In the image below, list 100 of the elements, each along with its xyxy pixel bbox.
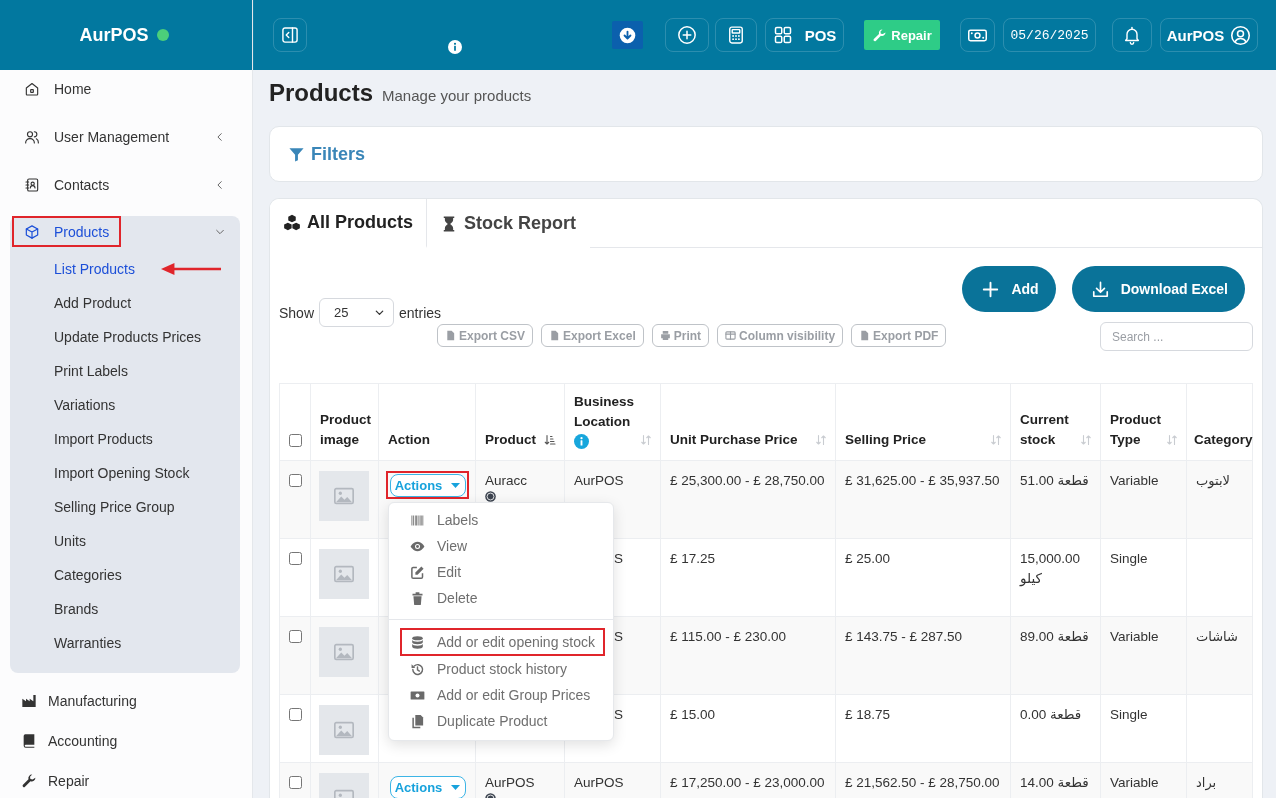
page-title: Products	[269, 80, 373, 106]
download-button[interactable]	[612, 21, 643, 49]
grid-icon	[772, 25, 793, 45]
row-checkbox[interactable]	[289, 776, 302, 789]
image-icon	[332, 719, 356, 741]
columns-icon	[725, 330, 737, 341]
row-checkbox[interactable]	[289, 630, 302, 643]
category-text: براد	[1196, 775, 1217, 790]
sidebar-subitem[interactable]: Import Products	[54, 431, 153, 447]
download-excel-button[interactable]: Download Excel	[1071, 266, 1245, 312]
sidebar-subitem[interactable]: Add Product	[54, 295, 132, 311]
row-checkbox[interactable]	[289, 474, 302, 487]
download-icon	[1090, 279, 1110, 299]
column-header: Selling Price	[845, 431, 928, 449]
menu-item[interactable]: View	[400, 533, 605, 559]
purchase-price: £ 15.00	[670, 707, 716, 722]
sidebar-toggle-button[interactable]	[273, 18, 307, 52]
page-size-select[interactable]: 25	[319, 298, 395, 327]
sidebar-item[interactable]: User Management	[12, 121, 182, 153]
row-checkbox[interactable]	[289, 708, 302, 721]
file-icon	[549, 330, 560, 341]
sidebar-subitem[interactable]: Brands	[54, 601, 99, 617]
sidebar-subitem[interactable]: Update Products Prices	[54, 329, 202, 345]
caret-icon	[451, 482, 461, 488]
menu-item[interactable]: Product stock history	[400, 656, 605, 682]
sidebar-item[interactable]: Products	[12, 216, 122, 247]
home-icon	[24, 81, 40, 97]
actions-dropdown-button[interactable]: Actions	[389, 775, 466, 798]
stock-quantity: 15,000.00 كيلو	[1020, 551, 1081, 586]
notifications-button[interactable]	[1112, 18, 1152, 52]
entries-label: entries	[399, 304, 442, 321]
location-text: AurPOS	[574, 775, 624, 790]
product-name[interactable]: Auracc	[485, 471, 555, 491]
show-label: Show	[279, 304, 315, 321]
column-header: Category	[1194, 431, 1252, 449]
sidebar-item[interactable]: Home	[12, 73, 104, 105]
sidebar-subitem[interactable]: Selling Price Group	[54, 499, 175, 515]
location-text: AurPOS	[574, 473, 624, 488]
product-type: Variable	[1110, 775, 1159, 790]
add-button[interactable]: Add	[962, 266, 1056, 312]
purchase-price: £ 17,250.00 - £ 23,000.00	[670, 775, 825, 790]
sidebar-item[interactable]: Repair	[12, 765, 102, 797]
tab[interactable]: All Products	[270, 199, 427, 248]
add-button[interactable]	[665, 18, 709, 52]
sidebar-subitem[interactable]: Print Labels	[54, 363, 128, 379]
sidebar-item[interactable]: Manufacturing	[12, 685, 149, 717]
info-icon[interactable]	[448, 40, 462, 54]
calculator-icon	[726, 25, 746, 45]
menu-item[interactable]: Add or edit opening stock	[400, 628, 605, 656]
cash-button[interactable]	[960, 18, 995, 52]
column-header: Product	[485, 431, 537, 449]
select-all-checkbox[interactable]	[289, 434, 302, 447]
user-circle-icon	[1230, 24, 1252, 46]
category-text: لابتوب	[1196, 473, 1230, 488]
address-book-icon	[24, 177, 40, 193]
menu-item[interactable]: Delete	[400, 585, 605, 611]
sidebar-item[interactable]: Contacts	[12, 169, 122, 201]
category-text: شاشات	[1196, 629, 1238, 644]
menu-item[interactable]: Duplicate Product	[400, 708, 605, 734]
actions-dropdown-button[interactable]: Actions	[389, 473, 466, 497]
menu-item[interactable]: Labels	[400, 507, 605, 533]
sidebar-subitem[interactable]: Variations	[54, 397, 116, 413]
sidebar-subitem[interactable]: Units	[54, 533, 86, 549]
sort-ascending-icon[interactable]	[544, 433, 556, 447]
filters-toggle[interactable]: Filters	[288, 143, 366, 165]
location-text: S	[614, 551, 623, 566]
sidebar-subitem[interactable]: Import Opening Stock	[54, 465, 190, 481]
file-icon	[445, 330, 456, 341]
plus-icon	[981, 279, 1001, 299]
page-subtitle: Manage your products	[382, 87, 532, 104]
selling-price: £ 143.75 - £ 287.50	[845, 629, 963, 644]
stock-quantity: 14.00 قطعة	[1020, 775, 1089, 790]
column-header: Current stock	[1020, 411, 1070, 449]
purchase-price: £ 25,300.00 - £ 28,750.00	[670, 473, 825, 488]
menu-item[interactable]: Add or edit Group Prices	[400, 682, 605, 708]
date-button[interactable]: 05/26/2025	[1003, 18, 1096, 52]
product-type: Single	[1110, 707, 1148, 722]
pos-button[interactable]: POS	[765, 18, 844, 52]
sidebar-subitem[interactable]: List Products	[54, 261, 135, 277]
row-checkbox[interactable]	[289, 552, 302, 565]
database-icon	[410, 634, 425, 650]
menu-item[interactable]: Edit	[400, 559, 605, 585]
sidebar-subitem[interactable]: Warranties	[54, 635, 122, 651]
history-icon	[410, 661, 425, 677]
info-icon[interactable]	[574, 434, 589, 449]
edit-icon	[410, 564, 425, 580]
image-icon	[332, 485, 356, 507]
image-icon	[332, 563, 356, 585]
bell-icon	[1122, 25, 1142, 45]
download-icon	[619, 26, 636, 44]
sidebar-item[interactable]: Accounting	[12, 725, 130, 757]
search-field[interactable]: Search ...	[1100, 322, 1253, 351]
selling-price: £ 21,562.50 - £ 28,750.00	[845, 775, 1000, 790]
product-type: Single	[1110, 551, 1148, 566]
wrench-icon	[21, 773, 37, 789]
brand-name[interactable]: AurPOS	[79, 24, 149, 46]
calculator-button[interactable]	[715, 18, 757, 52]
user-menu-button[interactable]: AurPOS	[1160, 18, 1258, 52]
sidebar-subitem[interactable]: Categories	[54, 567, 122, 583]
factory-icon	[21, 693, 37, 709]
